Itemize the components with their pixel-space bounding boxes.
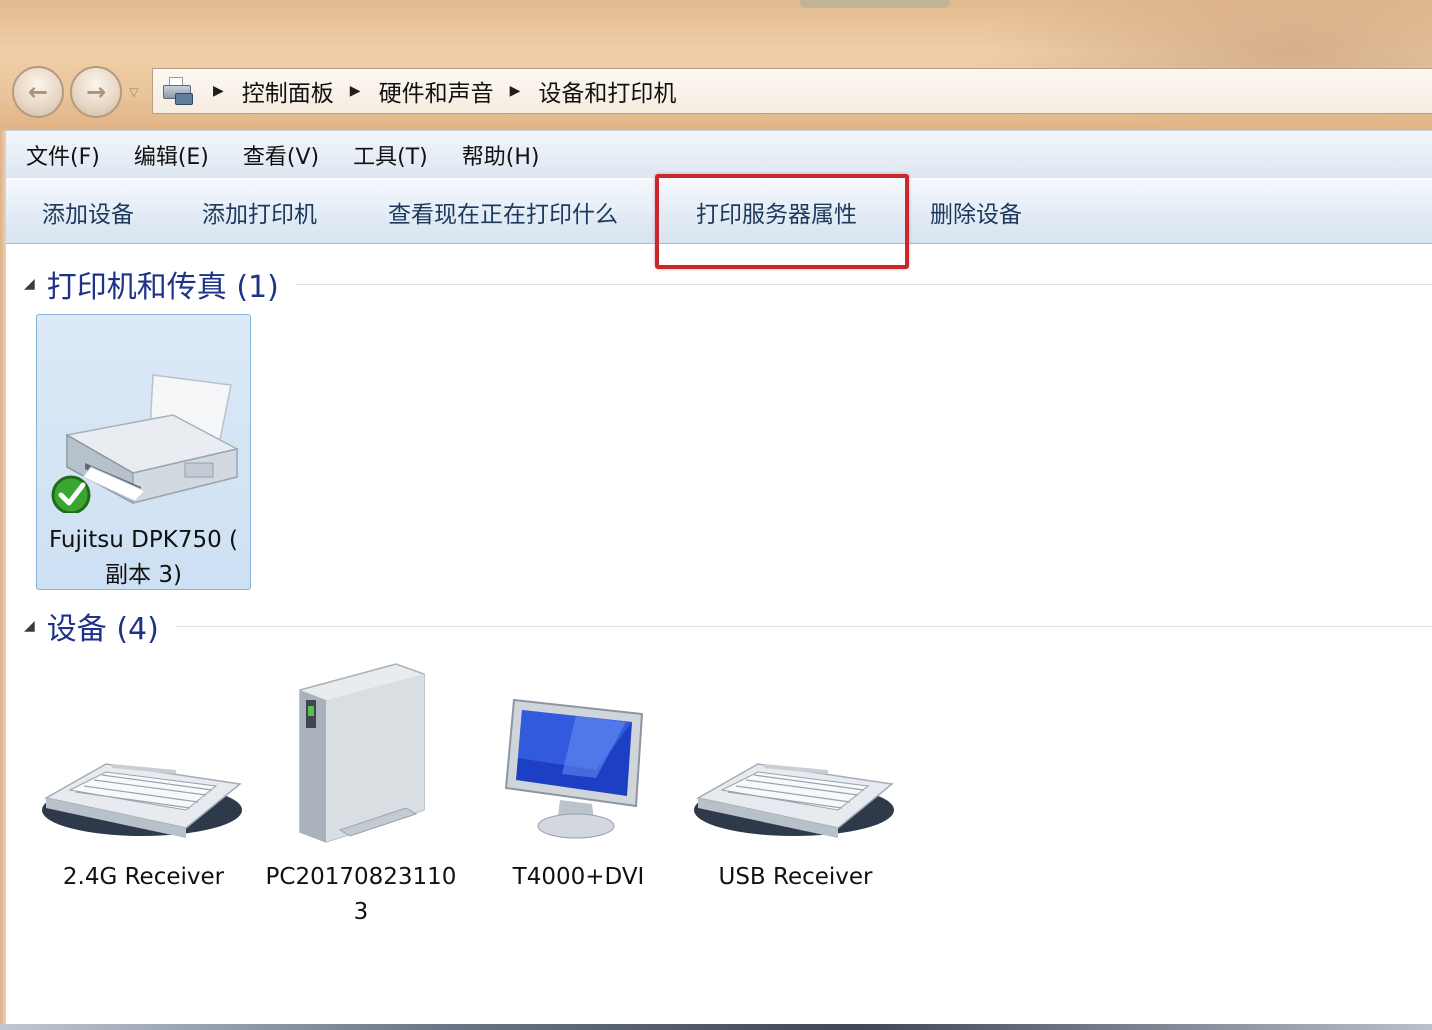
remove-device-button[interactable]: 删除设备 xyxy=(930,195,1022,229)
breadcrumb-separator-icon[interactable]: ▶ xyxy=(350,83,361,99)
device-item-pc[interactable]: PC20170823110 3 xyxy=(256,660,466,930)
forward-button[interactable]: → xyxy=(70,66,122,118)
device-item-2-4g-receiver[interactable]: 2.4G Receiver xyxy=(36,660,251,895)
monitor-icon xyxy=(504,698,644,839)
breadcrumb-separator-icon[interactable]: ▶ xyxy=(510,83,521,99)
collapse-triangle-icon[interactable]: ◢ xyxy=(24,276,35,292)
computer-tower-icon xyxy=(299,663,425,843)
devices-and-printers-icon xyxy=(159,75,197,107)
menu-edit[interactable]: 编辑(E) xyxy=(134,139,209,171)
printers-group-label: 打印机和传真 (1) xyxy=(46,270,279,305)
device-item-usb-receiver[interactable]: USB Receiver xyxy=(688,660,903,895)
window-bottom-edge xyxy=(0,1024,1432,1030)
window-left-border xyxy=(0,130,6,1030)
see-whats-printing-button[interactable]: 查看现在正在打印什么 xyxy=(388,195,618,229)
breadcrumb-hardware-sound[interactable]: 硬件和声音 xyxy=(379,74,494,108)
devices-group-label: 设备 (4) xyxy=(46,612,159,647)
pc-name-line1: PC20170823110 xyxy=(265,864,457,890)
device-label: USB Receiver xyxy=(718,864,873,890)
breadcrumb-separator-icon[interactable]: ▶ xyxy=(213,83,224,99)
recent-pages-dropdown[interactable]: ▽ xyxy=(126,84,142,100)
printer-name-line2: 副本 3) xyxy=(105,562,182,588)
keyboard-icon xyxy=(42,763,242,838)
forward-arrow-icon: → xyxy=(85,78,107,106)
device-label: 2.4G Receiver xyxy=(62,864,225,890)
collapse-triangle-icon[interactable]: ◢ xyxy=(24,618,35,634)
back-button[interactable]: ← xyxy=(12,66,64,118)
add-device-button[interactable]: 添加设备 xyxy=(42,195,134,229)
printer-icon xyxy=(51,374,240,513)
add-printer-button[interactable]: 添加打印机 xyxy=(202,195,317,229)
pc-name-line2: 3 xyxy=(353,899,369,925)
chevron-down-icon: ▽ xyxy=(129,85,139,99)
red-highlight-annotation xyxy=(655,174,909,269)
printer-item-fujitsu[interactable]: Fujitsu DPK750 ( 副本 3) xyxy=(36,314,251,590)
device-label: PC20170823110 3 xyxy=(256,860,466,930)
menu-help[interactable]: 帮助(H) xyxy=(462,139,540,171)
breadcrumb-devices-printers[interactable]: 设备和打印机 xyxy=(538,74,676,108)
keyboard-icon xyxy=(694,763,894,838)
group-divider xyxy=(174,625,1432,627)
menu-file[interactable]: 文件(F) xyxy=(26,139,100,171)
blurred-background-tab xyxy=(800,0,950,8)
back-arrow-icon: ← xyxy=(27,78,49,106)
breadcrumb-control-panel[interactable]: 控制面板 xyxy=(242,74,334,108)
printer-item-label: Fujitsu DPK750 ( 副本 3) xyxy=(37,523,250,593)
group-divider xyxy=(294,283,1432,285)
menu-tools[interactable]: 工具(T) xyxy=(353,139,428,171)
device-item-t4000-dvi[interactable]: T4000+DVI xyxy=(476,660,681,895)
address-bar[interactable]: ▶ 控制面板 ▶ 硬件和声音 ▶ 设备和打印机 xyxy=(152,68,1432,114)
printer-name-line1: Fujitsu DPK750 ( xyxy=(48,527,239,553)
menu-view[interactable]: 查看(V) xyxy=(243,139,319,171)
devices-group-header[interactable]: ◢ 设备 (4) xyxy=(24,604,1432,648)
menu-bar: 文件(F) 编辑(E) 查看(V) 工具(T) 帮助(H) xyxy=(6,130,1432,178)
printers-group-header[interactable]: ◢ 打印机和传真 (1) xyxy=(24,262,1432,306)
device-label: T4000+DVI xyxy=(512,864,645,890)
